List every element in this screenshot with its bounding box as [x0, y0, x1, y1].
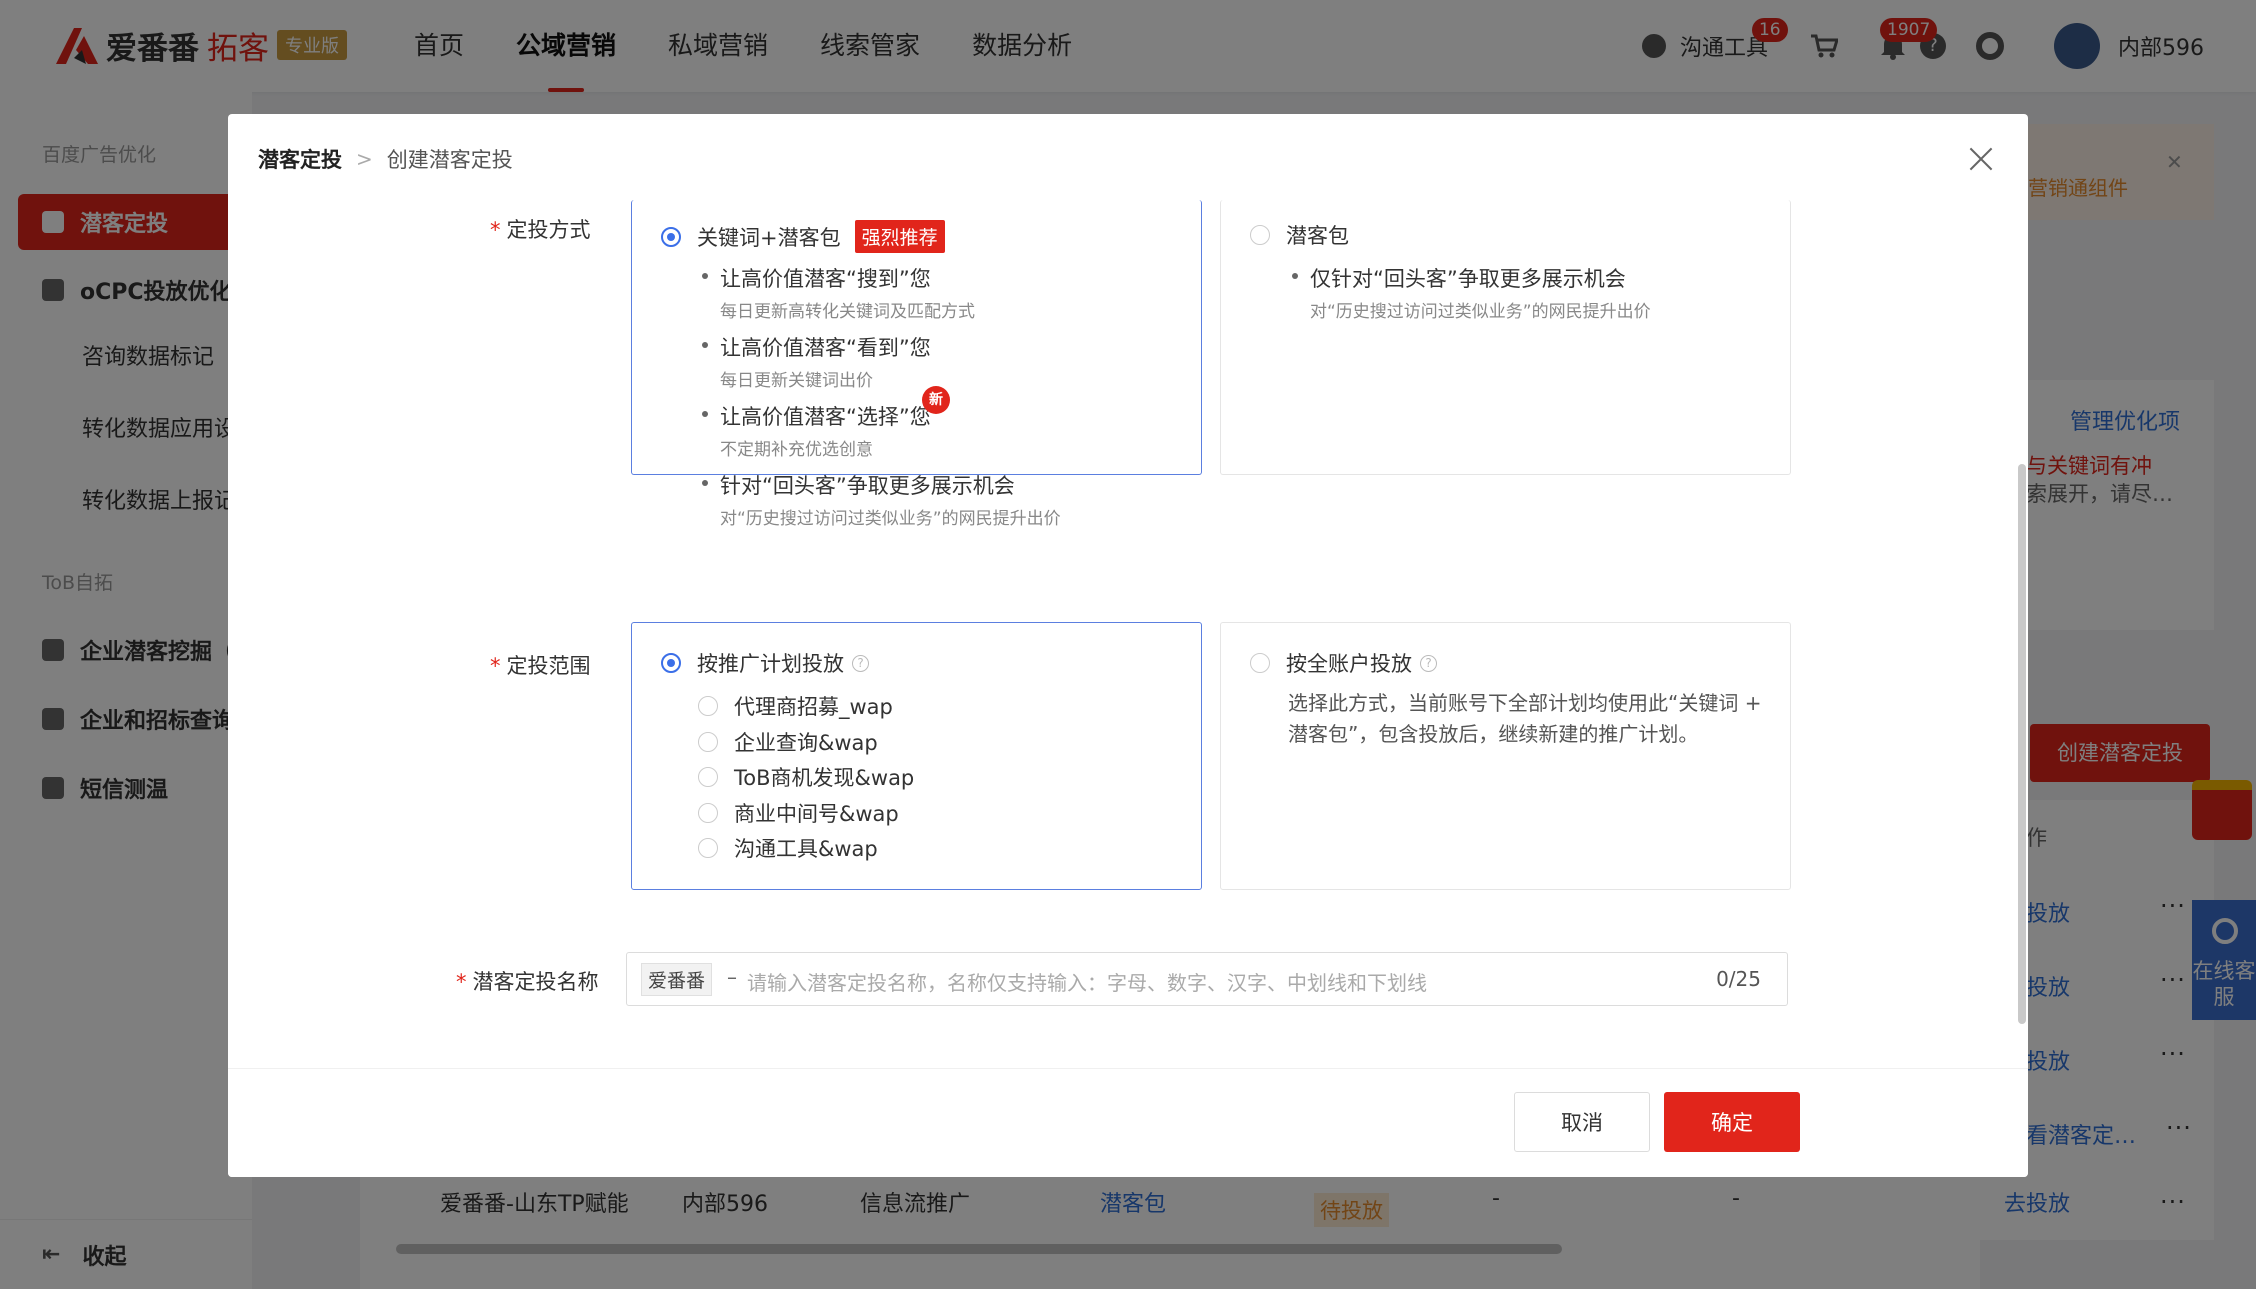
required-mark: *: [490, 218, 501, 242]
modal-scrollbar[interactable]: [2018, 464, 2026, 1024]
required-mark: *: [456, 970, 467, 994]
plan-option-label: 商业中间号&wap: [734, 802, 899, 826]
char-counter: 0/25: [1716, 967, 1761, 991]
feature-bullet: 针对“回头客”争取更多展示机会: [702, 470, 1015, 500]
name-field[interactable]: 爱番番 – 请输入潜客定投名称，名称仅支持输入：字母、数字、汉字、中划线和下划线…: [626, 952, 1788, 1006]
feature-bullet: 仅针对“回头客”争取更多展示机会: [1292, 263, 1626, 293]
range-option-all-account-title[interactable]: 按全账户投放 ?: [1250, 648, 1437, 678]
name-input-placeholder[interactable]: 请输入潜客定投名称，名称仅支持输入：字母、数字、汉字、中划线和下划线: [747, 967, 1427, 996]
new-badge: 新: [922, 386, 950, 414]
option-title: 按推广计划投放: [697, 652, 844, 676]
option-title: 关键词+潜客包: [697, 225, 841, 250]
plan-option[interactable]: ToB商机发现&wap: [698, 762, 914, 792]
name-label: * 潜客定投名称: [456, 966, 599, 996]
feature-desc: 每日更新关键词出价: [720, 371, 873, 391]
feature-desc: 对“历史搜过访问过类似业务”的网民提升出价: [1310, 302, 1651, 322]
feature-desc: 对“历史搜过访问过类似业务”的网民提升出价: [720, 509, 1061, 529]
feature-bullet: 让高价值潜客“搜到”您: [702, 263, 931, 293]
radio-unselected[interactable]: [698, 803, 718, 823]
breadcrumb-current: 创建潜客定投: [386, 148, 513, 172]
mode-label: * 定投方式: [490, 214, 591, 244]
range-label: * 定投范围: [490, 650, 591, 680]
chevron-right-icon: >: [356, 147, 373, 171]
option-title: 按全账户投放: [1286, 652, 1412, 676]
breadcrumb: 潜客定投 > 创建潜客定投: [258, 144, 513, 174]
radio-unselected[interactable]: [698, 767, 718, 787]
plan-option-label: 代理商招募_wap: [734, 695, 893, 719]
feature-desc: 每日更新高转化关键词及匹配方式: [720, 302, 975, 322]
option-title: 潜客包: [1286, 224, 1349, 248]
breadcrumb-root[interactable]: 潜客定投: [258, 144, 342, 174]
plan-option-label: 企业查询&wap: [734, 731, 878, 755]
radio-unselected[interactable]: [1250, 225, 1270, 245]
name-label-text: 潜客定投名称: [472, 970, 599, 994]
radio-selected[interactable]: [661, 226, 681, 247]
range-option-by-plan-title[interactable]: 按推广计划投放 ?: [661, 648, 869, 678]
close-icon[interactable]: [1966, 144, 1996, 174]
required-mark: *: [490, 654, 501, 678]
radio-unselected[interactable]: [698, 838, 718, 858]
mode-option-lead-pack-title[interactable]: 潜客包: [1250, 220, 1349, 250]
mode-label-text: 定投方式: [506, 218, 591, 242]
plan-option-label: ToB商机发现&wap: [734, 766, 915, 790]
question-icon[interactable]: ?: [852, 654, 869, 672]
radio-unselected[interactable]: [1250, 653, 1270, 673]
create-lead-targeting-modal: 潜客定投 > 创建潜客定投 * 定投方式 关键词+潜客包 强烈推荐 让高价值潜客“…: [228, 114, 2028, 1177]
radio-unselected[interactable]: [698, 696, 718, 716]
recommend-badge: 强烈推荐: [854, 220, 945, 253]
all-account-desc: 选择此方式，当前账号下全部计划均使用此“关键词 + 潜客包”，包含投放后，继续新…: [1288, 691, 1762, 746]
plan-option[interactable]: 沟通工具&wap: [698, 833, 878, 863]
feature-desc: 不定期补充优选创意: [720, 440, 873, 460]
mode-option-keyword-pack-title[interactable]: 关键词+潜客包 强烈推荐: [661, 220, 945, 253]
feature-bullet: 让高价值潜客“选择”您: [702, 401, 931, 431]
plan-option[interactable]: 企业查询&wap: [698, 727, 878, 757]
name-prefix-dash: –: [727, 965, 737, 989]
cancel-button[interactable]: 取消: [1514, 1092, 1650, 1152]
name-prefix-tag: 爱番番: [641, 963, 713, 996]
plan-option-label: 沟通工具&wap: [734, 837, 878, 861]
radio-unselected[interactable]: [698, 732, 718, 752]
confirm-button[interactable]: 确定: [1664, 1092, 1800, 1152]
feature-bullet: 让高价值潜客“看到”您: [702, 332, 931, 362]
plan-option[interactable]: 代理商招募_wap: [698, 691, 893, 721]
plan-option[interactable]: 商业中间号&wap: [698, 798, 899, 828]
radio-selected[interactable]: [661, 653, 681, 673]
range-label-text: 定投范围: [506, 654, 591, 678]
question-icon[interactable]: ?: [1420, 654, 1437, 672]
